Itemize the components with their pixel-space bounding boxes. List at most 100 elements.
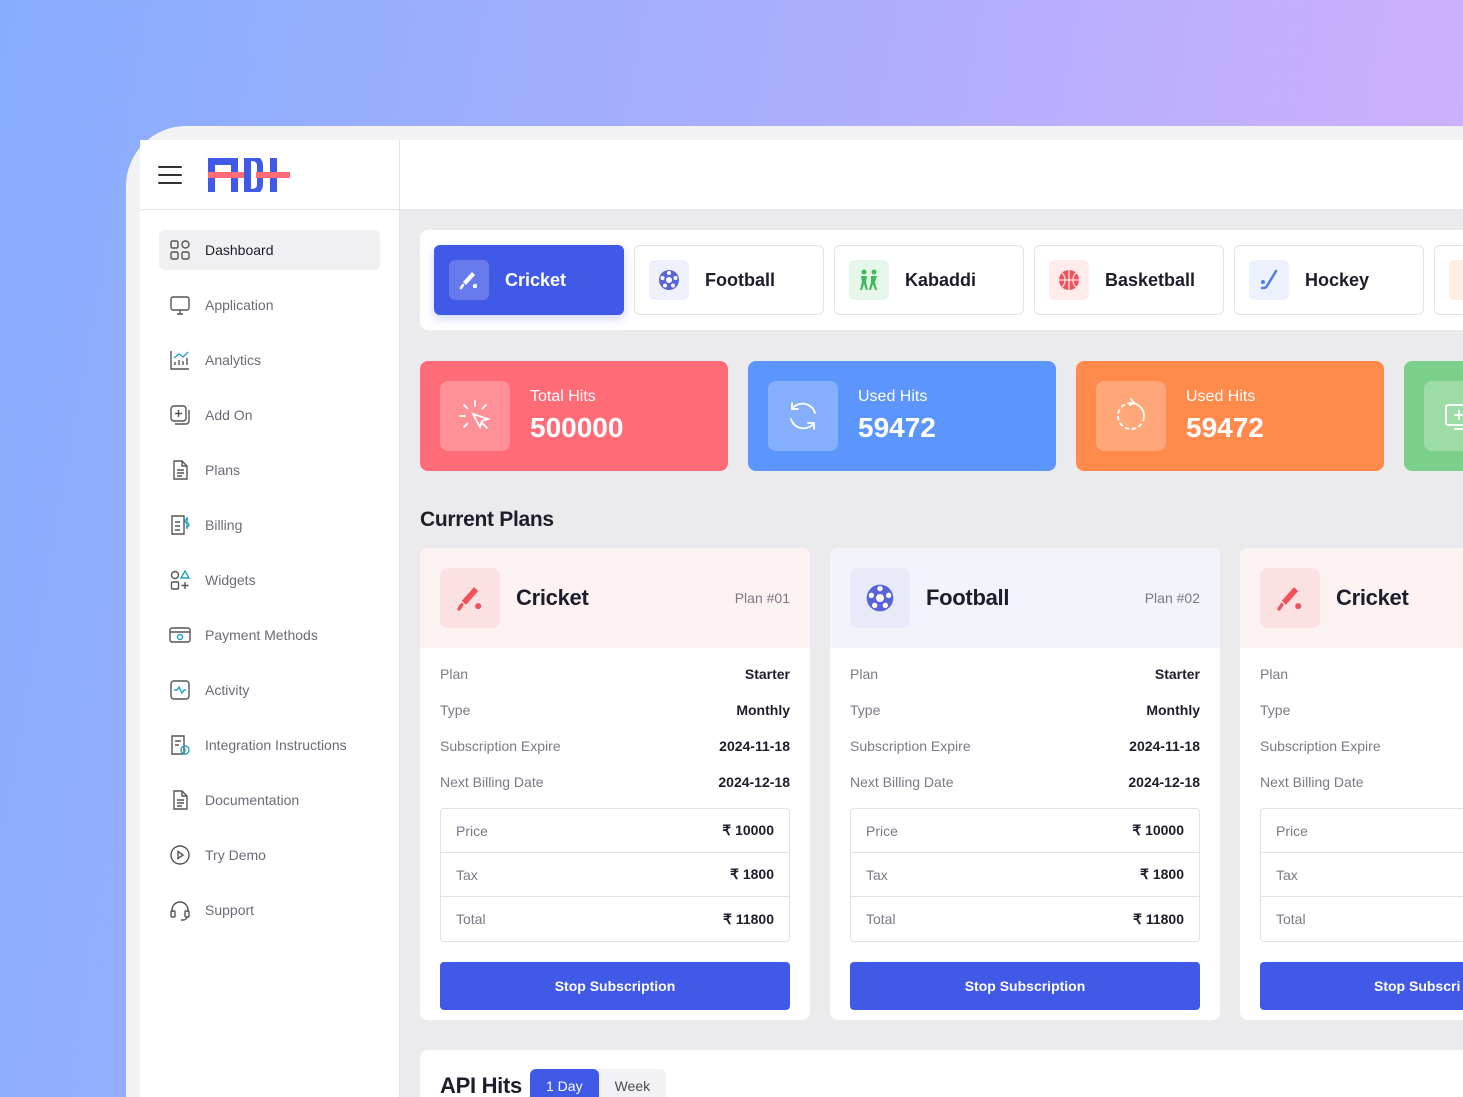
- sidebar-item-analytics[interactable]: Analytics: [159, 340, 380, 380]
- sidebar-item-label: Dashboard: [205, 242, 274, 258]
- plan-card-header: Cricket: [1240, 548, 1463, 648]
- basketball-icon: [1049, 260, 1089, 300]
- price-table: Price ₹ 10000 Tax ₹ 1800 Total ₹ 11800: [850, 808, 1200, 942]
- price-key: Total: [866, 911, 896, 927]
- plan-card-header: Cricket Plan #01: [420, 548, 810, 648]
- stat-label: Total Hits: [530, 388, 596, 405]
- sidebar-item-dashboard[interactable]: Dashboard: [159, 230, 380, 270]
- tab-hockey[interactable]: Hockey: [1234, 245, 1424, 315]
- price-row: Price ₹ 10000: [851, 809, 1199, 853]
- stat-card-used-hits-2: Used Hits 59472: [1076, 361, 1384, 471]
- row-key: Subscription Expire: [1260, 738, 1381, 754]
- row-value: 2024-11-18: [1129, 738, 1200, 754]
- price-key: Price: [866, 822, 898, 839]
- sidebar-item-documentation[interactable]: Documentation: [159, 780, 380, 820]
- price-value: ₹ 10000: [1132, 822, 1184, 838]
- range-week-button[interactable]: Week: [599, 1069, 667, 1097]
- logo[interactable]: [208, 158, 292, 192]
- stop-subscription-button[interactable]: Stop Subscri: [1260, 962, 1463, 1010]
- tab-label: Basketball: [1105, 269, 1196, 290]
- sport-icon: [1449, 260, 1463, 300]
- headset-icon: [170, 901, 190, 921]
- stat-card-used-hits: Used Hits 59472: [748, 361, 1056, 471]
- tab-more-sport[interactable]: [1434, 245, 1463, 315]
- sidebar-item-label: Integration Instructions: [205, 737, 347, 753]
- football-icon: [850, 568, 910, 628]
- tab-basketball[interactable]: Basketball: [1034, 245, 1224, 315]
- grid-icon: [170, 240, 190, 260]
- activity-icon: [170, 680, 190, 700]
- plan-number: Plan #01: [734, 590, 790, 606]
- tab-kabaddi[interactable]: Kabaddi: [834, 245, 1024, 315]
- sidebar-item-support[interactable]: Support: [159, 890, 380, 930]
- tab-label: Football: [705, 269, 775, 290]
- cricket-icon: [449, 260, 489, 300]
- sidebar-item-label: Billing: [205, 517, 243, 533]
- stat-value: 59472: [1186, 412, 1264, 443]
- tab-cricket[interactable]: Cricket: [434, 245, 624, 315]
- tab-label: Cricket: [505, 269, 567, 290]
- cursor-click-icon: [440, 381, 510, 451]
- stat-label: Used Hits: [858, 388, 928, 405]
- stat-card-total-hits: Total Hits 500000: [420, 361, 728, 471]
- range-1-day-button[interactable]: 1 Day: [530, 1069, 599, 1097]
- price-row: Price ₹ 10000: [441, 809, 789, 853]
- row-key: Next Billing Date: [440, 774, 544, 790]
- payment-icon: [169, 627, 191, 643]
- document-icon: [173, 460, 188, 480]
- plan-card-2: Football Plan #02 Plan Starter Type Monthl…: [830, 548, 1220, 1020]
- price-row: Total ₹ 11800: [851, 897, 1199, 941]
- row-key: Next Billing Date: [850, 774, 954, 790]
- row-key: Next Billing Date: [1260, 774, 1364, 790]
- sidebar-item-payment-methods[interactable]: Payment Methods: [159, 615, 380, 655]
- price-key: Tax: [1276, 866, 1298, 883]
- price-value: ₹ 11800: [1133, 910, 1184, 927]
- tab-football[interactable]: Football: [634, 245, 824, 315]
- price-key: Tax: [456, 866, 478, 883]
- plan-sport-name: Football: [926, 585, 1010, 610]
- stat-card-partial: [1404, 361, 1463, 471]
- stop-subscription-button[interactable]: Stop Subscription: [440, 962, 790, 1010]
- sidebar-item-activity[interactable]: Activity: [159, 670, 380, 710]
- sidebar-item-plans[interactable]: Plans: [159, 450, 380, 490]
- chart-icon: [170, 351, 189, 370]
- sidebar-item-billing[interactable]: Billing: [159, 505, 380, 545]
- plan-row: Subscription Expire 2024-11-18: [420, 728, 810, 764]
- brand-area: [140, 140, 400, 210]
- sidebar-item-try-demo[interactable]: Try Demo: [159, 835, 380, 875]
- sidebar: Dashboard Application Analytics Add On P…: [140, 210, 400, 1097]
- plan-card-1: Cricket Plan #01 Plan Starter Type Monthly…: [420, 548, 810, 1020]
- sidebar-item-add-on[interactable]: Add On: [159, 395, 380, 435]
- price-key: Total: [456, 911, 486, 927]
- plan-row: Type: [1240, 692, 1463, 728]
- cricket-icon: [440, 568, 500, 628]
- sports-tab-bar: Cricket Football Kabaddi Basketball Hock…: [420, 230, 1463, 330]
- football-icon: [649, 260, 689, 300]
- row-value: Starter: [1154, 666, 1200, 682]
- plan-sport-name: Cricket: [516, 585, 589, 610]
- sidebar-item-application[interactable]: Application: [159, 285, 380, 325]
- widgets-icon: [170, 569, 191, 590]
- price-table: Price Tax Total: [1260, 808, 1463, 942]
- plan-row: Plan Starter: [420, 656, 810, 692]
- integration-icon: [171, 735, 190, 755]
- top-bar: [140, 140, 1463, 210]
- row-value: Monthly: [1146, 702, 1200, 718]
- price-key: Total: [1276, 911, 1306, 927]
- app-screen: Dashboard Application Analytics Add On P…: [140, 140, 1463, 1097]
- sidebar-item-label: Add On: [205, 407, 253, 423]
- plan-row: Next Billing Date 2024-12-18: [420, 764, 810, 800]
- plan-card-3: Cricket Plan Type Subscription Expire Ne…: [1240, 548, 1463, 1020]
- sidebar-item-label: Support: [205, 902, 255, 918]
- plan-sport-name: Cricket: [1336, 585, 1409, 610]
- stop-subscription-button[interactable]: Stop Subscription: [850, 962, 1200, 1010]
- row-key: Type: [850, 702, 881, 718]
- sidebar-item-widgets[interactable]: Widgets: [159, 560, 380, 600]
- price-row: Tax: [1261, 853, 1463, 897]
- stat-label: Used Hits: [1186, 388, 1256, 405]
- sidebar-item-integration-instructions[interactable]: Integration Instructions: [159, 725, 380, 765]
- stat-value: 500000: [530, 412, 624, 443]
- row-value: 2024-11-18: [719, 738, 790, 754]
- hamburger-menu-icon[interactable]: [158, 166, 182, 184]
- row-key: Subscription Expire: [850, 738, 971, 754]
